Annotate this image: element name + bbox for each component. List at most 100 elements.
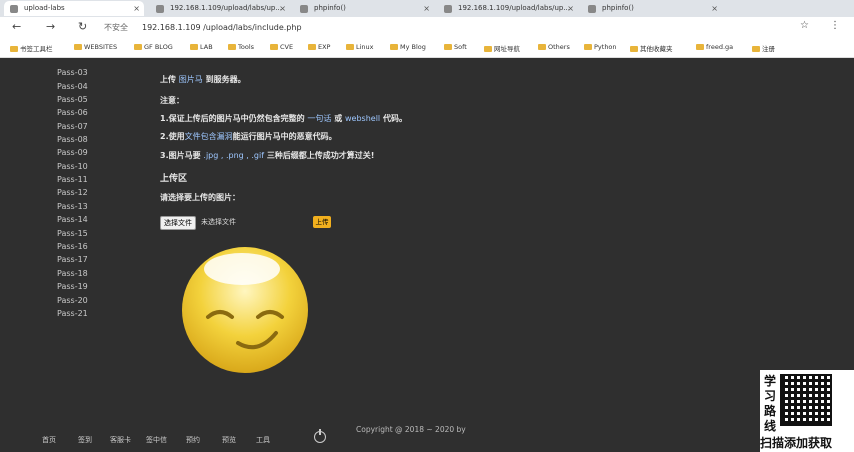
address-bar: ← → ↻ 不安全 192.168.1.109 /upload/labs/incl… (0, 17, 854, 40)
sidebar-item-pass-13[interactable]: Pass-13 (57, 202, 88, 211)
close-icon[interactable]: × (711, 1, 718, 16)
bookmark-folder[interactable]: 其他收藏夹 (630, 43, 673, 53)
bookmark-folder[interactable]: Linux (346, 43, 374, 51)
tab-phpinfo[interactable]: phpinfo() × (294, 1, 434, 16)
folder-icon (630, 46, 638, 52)
upload-button[interactable]: 上传 (313, 216, 331, 228)
close-icon[interactable]: × (133, 1, 140, 16)
bookmark-folder[interactable]: 书签工具栏 (10, 43, 53, 53)
sidebar-item-pass-10[interactable]: Pass-10 (57, 162, 88, 171)
note-heading: 注意： (160, 96, 184, 105)
bookmark-folder[interactable]: Python (584, 43, 617, 51)
folder-icon (484, 46, 492, 52)
sidebar-item-pass-04[interactable]: Pass-04 (57, 82, 88, 91)
choose-file-button[interactable]: 选择文件 (160, 216, 196, 230)
note-item-3: 3.图片马要 .jpg , .png , .gif 三种后缀都上传成功才算过关! (160, 151, 375, 160)
favicon-icon (10, 5, 18, 13)
qr-promo-overlay: 学 习 路 线 扫描添加获取 (760, 370, 854, 452)
sidebar-item-pass-08[interactable]: Pass-08 (57, 135, 88, 144)
favicon-icon (300, 5, 308, 13)
url-text: 192.168.1.109 /upload/labs/include.php (142, 23, 302, 32)
toolbar-item[interactable]: 预览 (222, 435, 236, 445)
bookmark-folder[interactable]: Soft (444, 43, 467, 51)
folder-icon (308, 44, 316, 50)
reload-icon[interactable]: ↻ (78, 20, 87, 33)
bookmark-link[interactable]: 注册 (752, 43, 775, 53)
tab-upload-page[interactable]: 192.168.1.109/upload/labs/up... × (150, 1, 290, 16)
upload-section-title: 上传区 (160, 174, 188, 184)
overlay-char: 线 (764, 419, 777, 433)
back-arrow-icon[interactable]: ← (12, 20, 21, 33)
folder-icon (228, 44, 236, 50)
folder-icon (346, 44, 354, 50)
close-icon[interactable]: × (567, 1, 574, 16)
toolbar-item[interactable]: 客服卡 (110, 435, 131, 445)
star-icon[interactable]: ☆ (800, 20, 809, 31)
bookmark-link[interactable]: freed.ga (696, 43, 733, 51)
tab-phpinfo-2[interactable]: phpinfo() × (582, 1, 722, 16)
folder-icon (10, 46, 18, 52)
sidebar-item-pass-19[interactable]: Pass-19 (57, 282, 88, 291)
favicon-icon (588, 5, 596, 13)
close-icon[interactable]: × (279, 1, 286, 16)
sidebar-item-pass-11[interactable]: Pass-11 (57, 175, 88, 184)
tab-bar: upload-labs × 192.168.1.109/upload/labs/u… (0, 0, 854, 17)
folder-icon (270, 44, 278, 50)
task-intro: 上传 图片马 到服务器。 (160, 75, 246, 84)
sidebar-item-pass-07[interactable]: Pass-07 (57, 122, 88, 131)
sidebar-item-pass-15[interactable]: Pass-15 (57, 229, 88, 238)
folder-icon (538, 44, 546, 50)
close-icon[interactable]: × (423, 1, 430, 16)
note-item-1: 1.保证上传后的图片马中仍然包含完整的 一句话 或 webshell 代码。 (160, 114, 407, 123)
bookmark-folder[interactable]: EXP (308, 43, 330, 51)
folder-icon (696, 44, 704, 50)
bookmark-folder[interactable]: Others (538, 43, 570, 51)
toolbar-item[interactable]: 签中信 (146, 435, 167, 445)
security-label: 不安全 (104, 23, 128, 32)
overlay-caption: 扫描添加获取 (760, 436, 833, 450)
toolbar-item[interactable]: 首页 (42, 435, 56, 445)
toolbar-item[interactable]: 工具 (256, 435, 270, 445)
bookmark-folder[interactable]: WEBSITES (74, 43, 117, 51)
sidebar-item-pass-20[interactable]: Pass-20 (57, 296, 88, 305)
menu-icon[interactable]: ⋮ (830, 20, 840, 31)
toolbar-item[interactable]: 预约 (186, 435, 200, 445)
choose-image-label: 请选择要上传的图片： (160, 193, 240, 202)
folder-icon (390, 44, 398, 50)
sidebar-item-pass-03[interactable]: Pass-03 (57, 68, 88, 77)
note-item-2: 2.使用文件包含漏洞能运行图片马中的恶意代码。 (160, 132, 337, 141)
sidebar-item-pass-14[interactable]: Pass-14 (57, 215, 88, 224)
copyright-footer: Copyright @ 2018 ~ 2020 by (356, 425, 466, 434)
smiling-emoji-icon (182, 247, 308, 373)
sidebar-item-pass-06[interactable]: Pass-06 (57, 108, 88, 117)
sidebar-item-pass-12[interactable]: Pass-12 (57, 188, 88, 197)
toolbar-item[interactable]: 签到 (78, 435, 92, 445)
folder-icon (444, 44, 452, 50)
sidebar-item-pass-05[interactable]: Pass-05 (57, 95, 88, 104)
bookmark-folder[interactable]: 网址导航 (484, 43, 520, 53)
sidebar-item-pass-17[interactable]: Pass-17 (57, 255, 88, 264)
tab-upload-labs[interactable]: upload-labs × (4, 1, 144, 16)
sidebar-item-pass-16[interactable]: Pass-16 (57, 242, 88, 251)
qr-code-icon (780, 374, 832, 426)
bookmark-folder[interactable]: CVE (270, 43, 293, 51)
forward-arrow-icon[interactable]: → (46, 20, 55, 33)
bookmark-folder[interactable]: LAB (190, 43, 213, 51)
url-field[interactable]: 不安全 192.168.1.109 /upload/labs/include.ph… (104, 20, 704, 36)
folder-icon (134, 44, 142, 50)
folder-icon (584, 44, 592, 50)
bookmarks-bar: 书签工具栏 WEBSITES GF BLOG LAB Tools CVE EXP… (0, 40, 854, 58)
power-icon[interactable] (314, 429, 326, 443)
bottom-toolbar: 首页 签到 客服卡 签中信 预约 预览 工具 (0, 430, 340, 452)
pass-sidebar: Pass-03 Pass-04 Pass-05 Pass-06 Pass-07 … (0, 58, 140, 418)
bookmark-folder[interactable]: Tools (228, 43, 254, 51)
favicon-icon (156, 5, 164, 13)
bookmark-folder[interactable]: My Blog (390, 43, 426, 51)
file-status: 未选择文件 (201, 218, 236, 226)
sidebar-item-pass-09[interactable]: Pass-09 (57, 148, 88, 157)
folder-icon (74, 44, 82, 50)
tab-upload-page-2[interactable]: 192.168.1.109/upload/labs/up... × (438, 1, 578, 16)
bookmark-folder[interactable]: GF BLOG (134, 43, 173, 51)
sidebar-item-pass-18[interactable]: Pass-18 (57, 269, 88, 278)
sidebar-item-pass-21[interactable]: Pass-21 (57, 309, 88, 318)
